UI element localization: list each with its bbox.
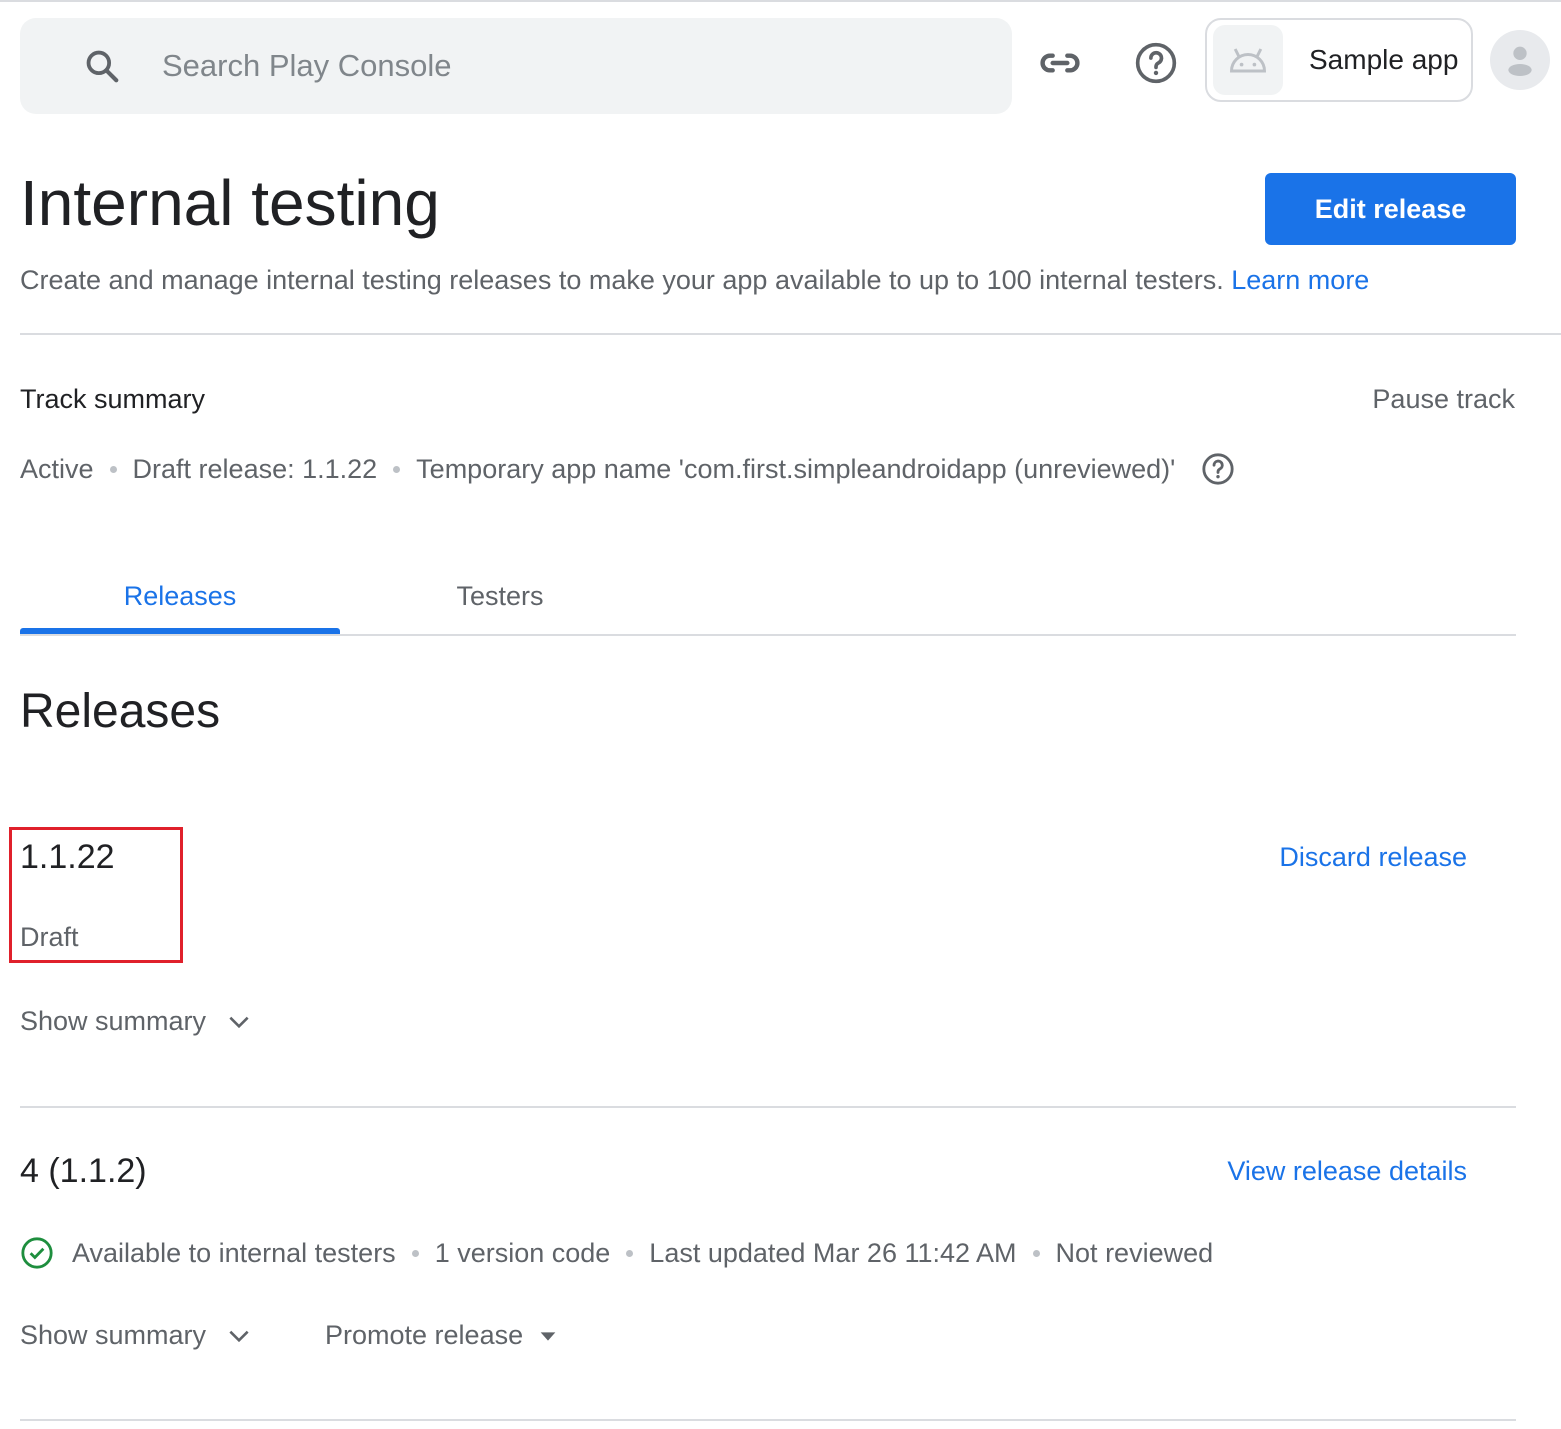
chevron-down-icon [229,1330,249,1342]
release-meta-line: Available to internal testers 1 version … [20,1236,1213,1270]
version-code-count: 1 version code [434,1237,611,1268]
edit-release-button[interactable]: Edit release [1265,173,1516,245]
separator-dot [411,1249,419,1257]
app-selector[interactable]: Sample app [1205,18,1473,102]
release-version: 4 (1.1.2) [20,1152,147,1190]
show-summary-label: Show summary [20,1320,207,1350]
tab-bar: Releases Testers [20,560,1516,636]
promote-release-dropdown[interactable]: Promote release [325,1320,559,1351]
review-status: Not reviewed [1055,1237,1214,1268]
show-summary-label: Show summary [20,1006,207,1036]
learn-more-link[interactable]: Learn more [1231,265,1369,295]
page-description: Create and manage internal testing relea… [20,265,1369,296]
separator-dot [626,1249,634,1257]
promote-release-label: Promote release [325,1320,524,1350]
temporary-app-name: Temporary app name 'com.first.simpleandr… [416,453,1176,484]
show-summary-toggle[interactable]: Show summary [20,1320,252,1351]
separator-dot [1032,1249,1040,1257]
view-release-details-link[interactable]: View release details [1227,1156,1467,1187]
track-status: Active [20,453,94,484]
link-icon [1038,41,1082,90]
track-summary-line: Active Draft release: 1.1.22 Temporary a… [20,452,1235,486]
divider [20,333,1561,335]
draft-release-info: Draft release: 1.1.22 [132,453,378,484]
track-summary-title: Track summary [20,384,206,414]
top-border [0,0,1561,2]
help-button[interactable] [1128,37,1184,93]
page-title: Internal testing [20,167,440,239]
tab-testers[interactable]: Testers [340,560,660,632]
release-status: Draft [20,922,79,952]
tab-releases[interactable]: Releases [20,560,340,634]
help-icon[interactable] [1201,452,1235,486]
separator-dot [109,465,117,473]
discard-release-link[interactable]: Discard release [1279,842,1467,873]
show-summary-toggle[interactable]: Show summary [20,1006,252,1037]
android-icon [1213,25,1283,95]
last-updated: Last updated Mar 26 11:42 AM [649,1237,1017,1268]
search-bar[interactable] [20,18,1012,114]
link-button[interactable] [1032,37,1088,93]
pause-track-button[interactable]: Pause track [1372,384,1515,415]
account-avatar[interactable] [1490,30,1550,90]
separator-dot [393,465,401,473]
divider [20,1106,1516,1108]
release-version: 1.1.22 [20,838,115,876]
description-text: Create and manage internal testing relea… [20,265,1224,295]
divider [20,1419,1516,1421]
check-circle-icon [20,1236,54,1270]
dropdown-arrow-icon [540,1331,556,1341]
releases-heading: Releases [20,685,221,738]
search-input[interactable] [162,48,962,84]
help-icon [1134,41,1178,90]
search-icon [82,46,122,86]
availability-status: Available to internal testers [72,1237,396,1268]
chevron-down-icon [229,1016,249,1028]
app-name: Sample app [1309,44,1459,75]
